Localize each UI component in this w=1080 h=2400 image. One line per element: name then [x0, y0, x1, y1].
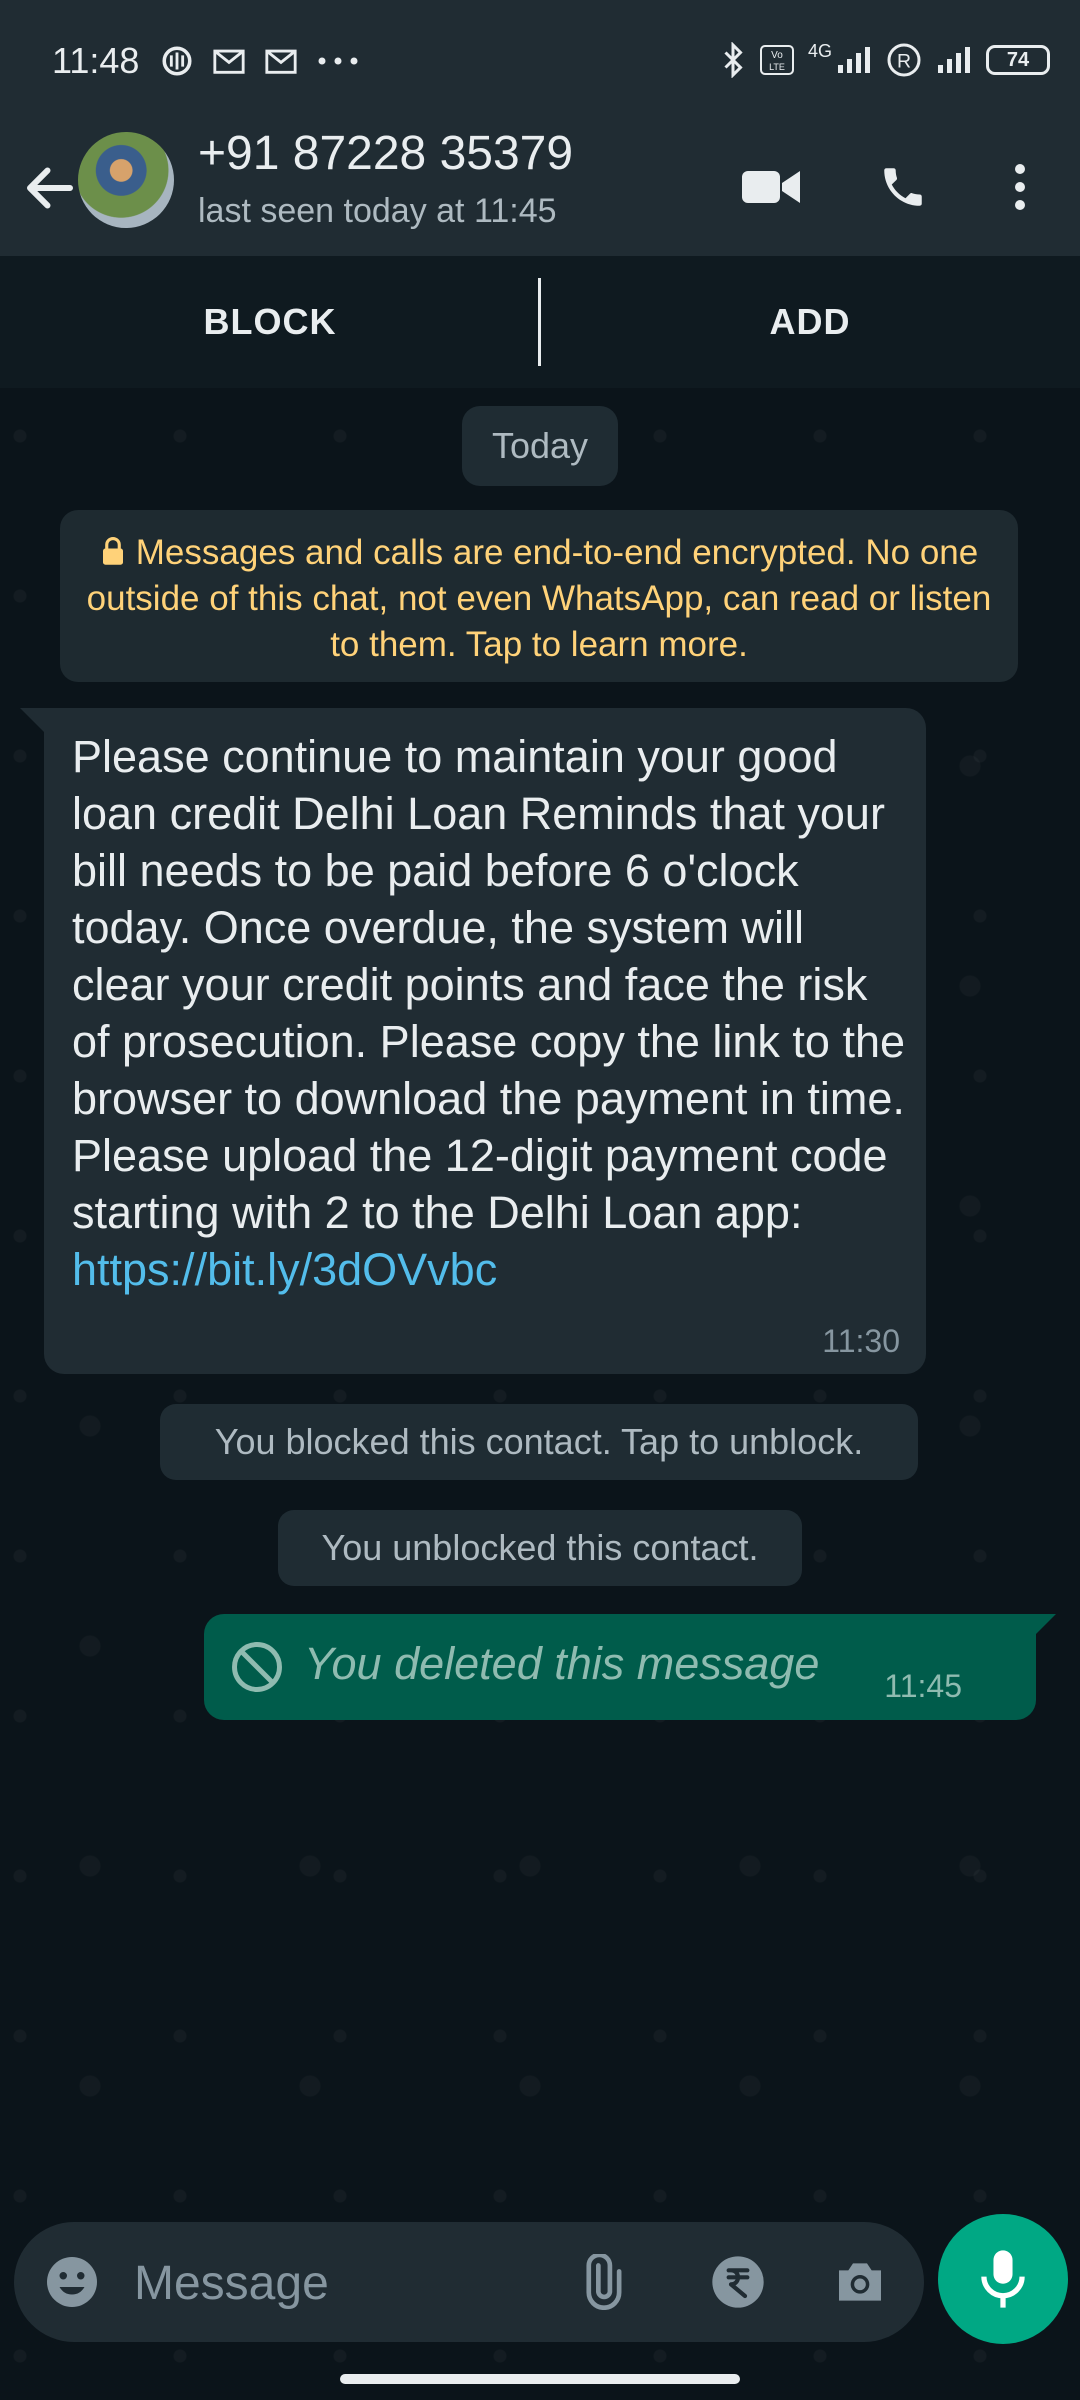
- voice-message-button[interactable]: [938, 2214, 1068, 2344]
- more-notifications-icon: [318, 57, 358, 65]
- camera-button[interactable]: [830, 2252, 890, 2312]
- video-call-button[interactable]: [736, 152, 806, 222]
- last-seen-status: last seen today at 11:45: [198, 192, 557, 230]
- status-time: 11:48: [52, 40, 140, 81]
- lock-icon: [102, 536, 123, 565]
- unblocked-notice: You unblocked this contact.: [278, 1510, 802, 1586]
- volte-icon: VoLTE: [759, 45, 794, 75]
- message-time: 11:30: [822, 1323, 900, 1359]
- attach-button[interactable]: [570, 2252, 630, 2312]
- deleted-icon: [232, 1642, 282, 1692]
- block-button[interactable]: BLOCK: [0, 256, 540, 388]
- signal-icon: [838, 47, 870, 73]
- add-contact-button[interactable]: ADD: [540, 256, 1080, 388]
- network-type: 4G: [807, 40, 832, 61]
- message-input[interactable]: [134, 2250, 574, 2316]
- battery-indicator: 74: [986, 45, 1050, 75]
- voice-call-button[interactable]: [868, 152, 938, 222]
- chat-header: +91 87228 35379 last seen today at 11:45: [0, 127, 1080, 256]
- svg-text:Vo: Vo: [771, 50, 783, 61]
- more-options-icon: [1015, 164, 1025, 210]
- outgoing-message[interactable]: You deleted this message 11:45: [204, 1614, 1056, 1720]
- camera-icon: [839, 2263, 881, 2301]
- voice-call-icon: [884, 168, 922, 206]
- more-options-button[interactable]: [985, 152, 1055, 222]
- unknown-contact-actions: BLOCK ADD: [0, 256, 1080, 388]
- blocked-notice[interactable]: You blocked this contact. Tap to unblock…: [160, 1404, 918, 1480]
- encryption-notice[interactable]: Messages and calls are end-to-end encryp…: [60, 510, 1018, 682]
- date-chip: Today: [462, 406, 618, 486]
- status-bar: 11:48 Vo LTE 4G R 74: [0, 0, 1080, 130]
- back-arrow-icon: [27, 167, 73, 209]
- avatar[interactable]: [78, 132, 174, 228]
- emoji-button[interactable]: [42, 2252, 102, 2312]
- signal-icon: [938, 47, 970, 73]
- message-time: 11:45: [884, 1668, 962, 1704]
- message-composer: [14, 2222, 924, 2342]
- battery-level: 74: [1006, 48, 1030, 71]
- payment-button[interactable]: [708, 2252, 768, 2312]
- emoji-icon: [47, 2257, 97, 2307]
- home-indicator[interactable]: [340, 2374, 740, 2384]
- sync-icon: [162, 46, 192, 76]
- back-button[interactable]: [20, 158, 80, 218]
- contact-name[interactable]: +91 87228 35379: [198, 126, 573, 181]
- gmail-icon: [265, 49, 297, 74]
- video-call-icon: [742, 171, 800, 203]
- deleted-message-text: You deleted this message: [304, 1638, 820, 1689]
- svg-text:LTE: LTE: [769, 62, 785, 72]
- message-body: Please continue to maintain your good lo…: [72, 728, 912, 1298]
- svg-text:R: R: [897, 51, 911, 73]
- notification-icons: [160, 44, 360, 78]
- system-icons: Vo LTE 4G R 74: [720, 40, 1050, 78]
- bluetooth-icon: [724, 42, 743, 78]
- attach-icon: [586, 2254, 622, 2310]
- gmail-icon: [213, 49, 245, 74]
- mic-icon: [981, 2250, 1025, 2308]
- incoming-message[interactable]: Please continue to maintain your good lo…: [20, 708, 926, 1374]
- encryption-notice-text: Messages and calls are end-to-end encryp…: [86, 533, 992, 664]
- message-text: Please continue to maintain your good lo…: [72, 731, 906, 1238]
- rupee-icon: [712, 2256, 764, 2308]
- message-link[interactable]: https://bit.ly/3dOVvbc: [72, 1244, 497, 1295]
- roaming-icon: R: [887, 43, 921, 77]
